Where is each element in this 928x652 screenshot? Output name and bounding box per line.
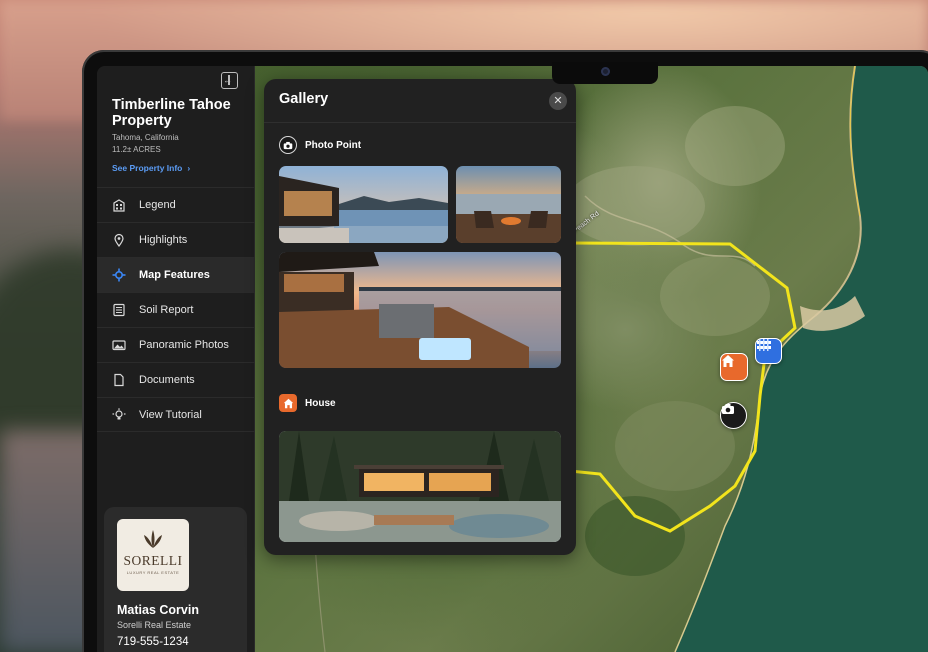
document-lines-icon xyxy=(112,303,126,317)
sidebar-item-label: View Tutorial xyxy=(139,408,202,421)
agent-phone[interactable]: 719-555-1234 xyxy=(117,636,189,648)
sorelli-logo: SORELLI LUXURY REAL ESTATE xyxy=(117,519,189,591)
sidebar-item-highlights[interactable]: Highlights xyxy=(97,222,255,257)
agent-company: Sorelli Real Estate xyxy=(117,620,192,630)
photo-lakehouse-dusk xyxy=(279,166,448,243)
house-pin[interactable] xyxy=(720,353,748,381)
arrow-left-icon: ← xyxy=(223,75,232,85)
section-label: House xyxy=(305,397,336,409)
agent-brand: SORELLI xyxy=(123,553,183,568)
leaf-icon xyxy=(144,530,162,548)
dock-pin[interactable] xyxy=(755,338,782,364)
gallery-photo[interactable] xyxy=(279,431,561,542)
sidebar-item-label: Soil Report xyxy=(139,304,194,316)
sidebar-item-label: Documents xyxy=(139,374,195,386)
sidebar-item-label: Legend xyxy=(139,199,176,211)
camera-icon xyxy=(722,404,734,414)
house-icon xyxy=(279,394,297,412)
photo-deck-sunset xyxy=(456,166,561,243)
lightbulb-icon xyxy=(112,407,126,422)
gallery-title: Gallery xyxy=(279,91,329,107)
building-icon xyxy=(112,198,126,212)
photo-deck-hottub xyxy=(279,252,561,368)
sidebar-item-soil-report[interactable]: Soil Report xyxy=(97,292,255,327)
property-title: Timberline Tahoe Property xyxy=(112,97,231,129)
dock-icon xyxy=(757,339,771,351)
agent-brand-tagline: LUXURY REAL ESTATE xyxy=(126,570,180,575)
sidebar: ← Timberline Tahoe Property Tahoma, Cali… xyxy=(97,66,255,652)
sidebar-item-panoramic-photos[interactable]: Panoramic Photos xyxy=(97,327,255,362)
sidebar-item-documents[interactable]: Documents xyxy=(97,362,255,397)
see-property-info-label: See Property Info xyxy=(112,163,183,173)
camera-pin[interactable] xyxy=(720,402,747,429)
section-header-photo-point: Photo Point xyxy=(279,136,361,154)
gallery-photo[interactable] xyxy=(279,252,561,368)
crosshair-icon xyxy=(112,268,126,282)
close-gallery-button[interactable]: ✕ xyxy=(549,92,567,110)
gallery-photo[interactable] xyxy=(279,166,448,243)
sidebar-item-map-features[interactable]: Map Features xyxy=(97,257,255,292)
collapse-sidebar-button[interactable]: ← xyxy=(221,72,238,89)
camera-icon xyxy=(279,136,297,154)
divider xyxy=(264,122,576,123)
sidebar-menu: Legend Highlights Map Features Soil Repo… xyxy=(97,187,255,432)
agent-card: SORELLI LUXURY REAL ESTATE Matias Corvin… xyxy=(104,507,247,652)
app-screen: Peach Rd ← Timberline Tahoe Property Tah… xyxy=(97,66,928,652)
camera-notch xyxy=(552,62,658,84)
sidebar-item-label: Highlights xyxy=(139,234,188,246)
location-pin-icon xyxy=(112,233,126,247)
property-location: Tahoma, California xyxy=(112,133,179,142)
close-icon: ✕ xyxy=(553,95,563,107)
section-header-house: House xyxy=(279,394,336,412)
sidebar-item-legend[interactable]: Legend xyxy=(97,187,255,222)
chevron-right-icon: › xyxy=(187,163,191,173)
file-icon xyxy=(112,373,126,387)
gallery-photo[interactable] xyxy=(456,166,561,243)
sidebar-item-label: Map Features xyxy=(139,269,210,281)
agent-name: Matias Corvin xyxy=(117,603,199,617)
image-icon xyxy=(112,338,126,352)
property-acres: 11.2± ACRES xyxy=(112,145,161,154)
house-icon xyxy=(722,355,734,367)
gallery-panel: Gallery ✕ Photo Point House xyxy=(264,79,576,555)
sidebar-item-label: Panoramic Photos xyxy=(139,339,229,351)
section-label: Photo Point xyxy=(305,139,362,151)
webcam xyxy=(601,67,610,76)
see-property-info-link[interactable]: See Property Info › xyxy=(112,163,190,173)
sidebar-item-view-tutorial[interactable]: View Tutorial xyxy=(97,397,255,432)
photo-house-forest xyxy=(279,431,561,542)
